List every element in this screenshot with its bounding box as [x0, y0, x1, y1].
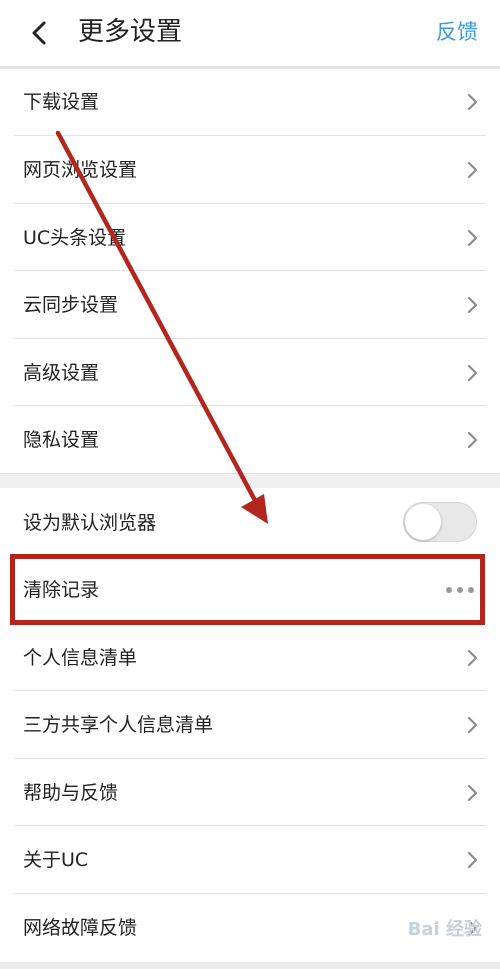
settings-item-label: UC头条设置	[23, 227, 127, 249]
settings-item-label: 下载设置	[23, 91, 100, 113]
settings-item-personal-info[interactable]: 个人信息清单	[0, 624, 500, 691]
page-title: 更多设置	[78, 17, 183, 47]
chevron-left-icon	[32, 21, 46, 45]
back-button[interactable]	[26, 17, 56, 49]
settings-item-label: 关于UC	[23, 849, 89, 871]
chevron-right-icon	[467, 229, 478, 247]
top-bar: 更多设置 反馈	[0, 0, 500, 69]
settings-item-web-browsing[interactable]: 网页浏览设置	[0, 136, 500, 204]
settings-item-privacy[interactable]: 隐私设置	[0, 406, 500, 473]
settings-item-label: 隐私设置	[23, 429, 100, 451]
chevron-right-icon	[467, 364, 478, 382]
chevron-right-icon	[467, 93, 478, 111]
settings-item-label: 网络故障反馈	[23, 917, 138, 939]
feedback-button[interactable]: 反馈	[436, 17, 478, 47]
toggle-knob	[405, 504, 441, 540]
settings-item-label: 三方共享个人信息清单	[23, 714, 214, 736]
chevron-right-icon	[467, 716, 478, 734]
settings-item-label: 高级设置	[23, 362, 100, 384]
chevron-right-icon	[467, 431, 478, 449]
settings-item-label: 设为默认浏览器	[23, 512, 157, 534]
chevron-right-icon	[467, 161, 478, 179]
settings-item-cloud-sync[interactable]: 云同步设置	[0, 271, 500, 339]
settings-item-uc-headlines[interactable]: UC头条设置	[0, 204, 500, 271]
settings-item-default-browser[interactable]: 设为默认浏览器	[0, 488, 500, 556]
settings-item-label: 云同步设置	[23, 294, 119, 316]
settings-item-third-party-info[interactable]: 三方共享个人信息清单	[0, 691, 500, 759]
highlight-box	[10, 554, 485, 625]
settings-item-help-feedback[interactable]: 帮助与反馈	[0, 759, 500, 826]
settings-item-about-uc[interactable]: 关于UC	[0, 826, 500, 894]
chevron-right-icon	[467, 784, 478, 802]
settings-item-label: 个人信息清单	[23, 647, 138, 669]
watermark-logo: Bai 经验	[407, 919, 482, 940]
settings-item-advanced[interactable]: 高级设置	[0, 339, 500, 406]
settings-item-label: 网页浏览设置	[23, 159, 138, 181]
bottom-divider	[0, 962, 500, 969]
chevron-right-icon	[467, 851, 478, 869]
chevron-right-icon	[467, 296, 478, 314]
section-gap	[0, 473, 500, 488]
settings-item-label: 帮助与反馈	[23, 782, 119, 804]
chevron-right-icon	[467, 649, 478, 667]
settings-item-download[interactable]: 下载设置	[0, 69, 500, 136]
default-browser-toggle[interactable]	[403, 502, 477, 542]
